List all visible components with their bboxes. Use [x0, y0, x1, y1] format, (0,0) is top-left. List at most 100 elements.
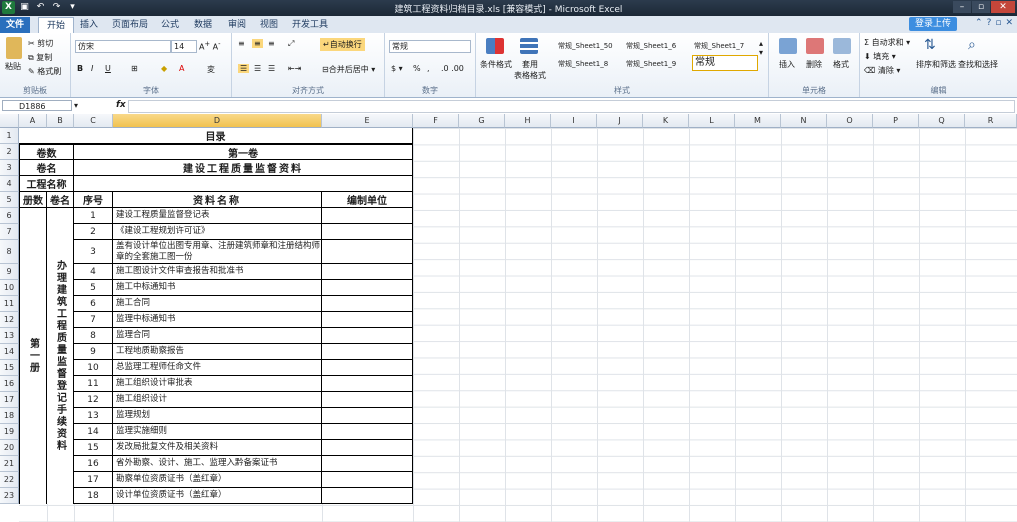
column-header-q[interactable]: Q [919, 114, 965, 128]
cell-unit[interactable] [322, 488, 413, 504]
cut-button[interactable]: ✂ 剪切 [28, 38, 53, 49]
cell-seq[interactable]: 18 [74, 488, 113, 504]
format-painter-button[interactable]: ✎ 格式刷 [28, 66, 61, 77]
row-header-21[interactable]: 21 [0, 456, 19, 472]
tab-file[interactable]: 文件 [0, 17, 30, 33]
cell-vol-value[interactable]: 第一卷 [74, 144, 413, 160]
format-cells-icon[interactable] [833, 38, 851, 54]
cell-vol-label[interactable]: 卷数 [19, 144, 74, 160]
row-header-17[interactable]: 17 [0, 392, 19, 408]
copy-button[interactable]: ⧉ 复制 [28, 52, 52, 63]
grow-font-icon[interactable]: A+ A- [199, 40, 220, 52]
row-header-9[interactable]: 9 [0, 264, 19, 280]
column-header-k[interactable]: K [643, 114, 689, 128]
cell-unit[interactable] [322, 360, 413, 376]
column-header-i[interactable]: I [551, 114, 597, 128]
cell-seq[interactable]: 3 [74, 240, 113, 264]
cell-seq[interactable]: 15 [74, 440, 113, 456]
row-header-14[interactable]: 14 [0, 344, 19, 360]
name-box-dropdown-icon[interactable]: ▾ [74, 101, 78, 110]
tab-insert[interactable]: 插入 [72, 17, 106, 33]
find-select-icon[interactable]: ⌕ [968, 37, 976, 53]
maximize-button[interactable]: ▫ [972, 1, 990, 13]
row-header-22[interactable]: 22 [0, 472, 19, 488]
insert-cells-icon[interactable] [779, 38, 797, 54]
comma-icon[interactable]: , [427, 64, 430, 73]
cell-unit[interactable] [322, 240, 413, 264]
align-bottom-icon[interactable]: ≡ [268, 39, 275, 48]
align-right-icon[interactable]: ☰ [268, 64, 275, 73]
cell-docname[interactable]: 工程地质勘察报告 [113, 344, 322, 360]
row-header-5[interactable]: 5 [0, 192, 19, 208]
percent-icon[interactable]: % [413, 64, 421, 73]
cell-seq[interactable]: 9 [74, 344, 113, 360]
currency-icon[interactable]: $ ▾ [391, 64, 403, 73]
cell-seq[interactable]: 6 [74, 296, 113, 312]
cell-docname[interactable]: 监理实施细则 [113, 424, 322, 440]
row-header-6[interactable]: 6 [0, 208, 19, 224]
cell-header-seq[interactable]: 序号 [74, 192, 113, 208]
border-icon[interactable]: ⊞ [131, 64, 138, 73]
format-table-button[interactable]: 套用 表格格式 [514, 59, 546, 81]
row-header-7[interactable]: 7 [0, 224, 19, 240]
cell-seq[interactable]: 7 [74, 312, 113, 328]
cell-unit[interactable] [322, 208, 413, 224]
cell-seq[interactable]: 2 [74, 224, 113, 240]
cell-name-value[interactable]: 建设工程质量监督资料 [74, 160, 413, 176]
cell-docname[interactable]: 发改局批复文件及相关资料 [113, 440, 322, 456]
style-cell-1[interactable]: 常规_Sheet1_50 [556, 39, 622, 53]
name-box[interactable]: D1886 [2, 100, 72, 111]
collapse-ribbon-icon[interactable]: ⌃ [975, 18, 983, 28]
align-middle-icon[interactable]: ≡ [252, 39, 263, 48]
align-top-icon[interactable]: ≡ [238, 39, 245, 48]
underline-button[interactable]: U [105, 64, 111, 73]
delete-cells-icon[interactable] [806, 38, 824, 54]
cell-docname[interactable]: 施工合同 [113, 296, 322, 312]
wrap-text-button[interactable]: ↵自动换行 [320, 38, 365, 51]
merge-center-button[interactable]: ⊟合并后居中 ▾ [322, 64, 375, 75]
select-all-corner[interactable] [0, 114, 19, 128]
tab-data[interactable]: 数据 [186, 17, 220, 33]
phonetic-icon[interactable]: 変 [207, 64, 215, 75]
fill-color-icon[interactable]: ◆ [161, 64, 167, 73]
indent-icon[interactable]: ⇤⇥ [288, 64, 301, 73]
font-name-select[interactable]: 仿宋 [75, 40, 171, 53]
cell-docname[interactable]: 总监理工程师任命文件 [113, 360, 322, 376]
row-header-3[interactable]: 3 [0, 160, 19, 176]
row-header-10[interactable]: 10 [0, 280, 19, 296]
cell-seq[interactable]: 14 [74, 424, 113, 440]
italic-button[interactable]: I [91, 64, 93, 73]
cell-docname[interactable]: 省外勘察、设计、施工、监理入黔备案证书 [113, 456, 322, 472]
row-header-12[interactable]: 12 [0, 312, 19, 328]
fill-button[interactable]: ⬇ 填充 ▾ [864, 51, 896, 62]
minimize-button[interactable]: – [953, 1, 971, 13]
decimal-icon[interactable]: .0 .00 [441, 64, 464, 73]
cell-header-book[interactable]: 册数 [19, 192, 47, 208]
autosum-button[interactable]: Σ 自动求和 ▾ [864, 37, 910, 48]
sort-filter-icon[interactable]: ⇅ [924, 37, 936, 53]
column-header-r[interactable]: R [965, 114, 1017, 128]
bold-button[interactable]: B [77, 64, 83, 73]
orientation-icon[interactable]: ⤢ [288, 39, 294, 49]
cell-unit[interactable] [322, 376, 413, 392]
column-header-b[interactable]: B [47, 114, 74, 128]
align-center-icon[interactable]: ☰ [254, 64, 261, 73]
cell-unit[interactable] [322, 280, 413, 296]
cell-unit[interactable] [322, 408, 413, 424]
cell-unit[interactable] [322, 328, 413, 344]
cell-unit[interactable] [322, 312, 413, 328]
cell-unit[interactable] [322, 224, 413, 240]
tab-home[interactable]: 开始 [38, 17, 75, 34]
tab-review[interactable]: 审阅 [220, 17, 254, 33]
conditional-format-button[interactable]: 条件格式 [480, 59, 512, 70]
row-header-8[interactable]: 8 [0, 240, 19, 264]
cell-seq[interactable]: 17 [74, 472, 113, 488]
cell-seq[interactable]: 11 [74, 376, 113, 392]
cell-unit[interactable] [322, 456, 413, 472]
paste-button[interactable]: 粘贴 [5, 61, 21, 72]
cell-unit[interactable] [322, 440, 413, 456]
restore-icon[interactable]: ▫ [995, 18, 1001, 28]
cell-seq[interactable]: 16 [74, 456, 113, 472]
cell-docname[interactable]: 《建设工程规划许可证》 [113, 224, 322, 240]
row-header-20[interactable]: 20 [0, 440, 19, 456]
